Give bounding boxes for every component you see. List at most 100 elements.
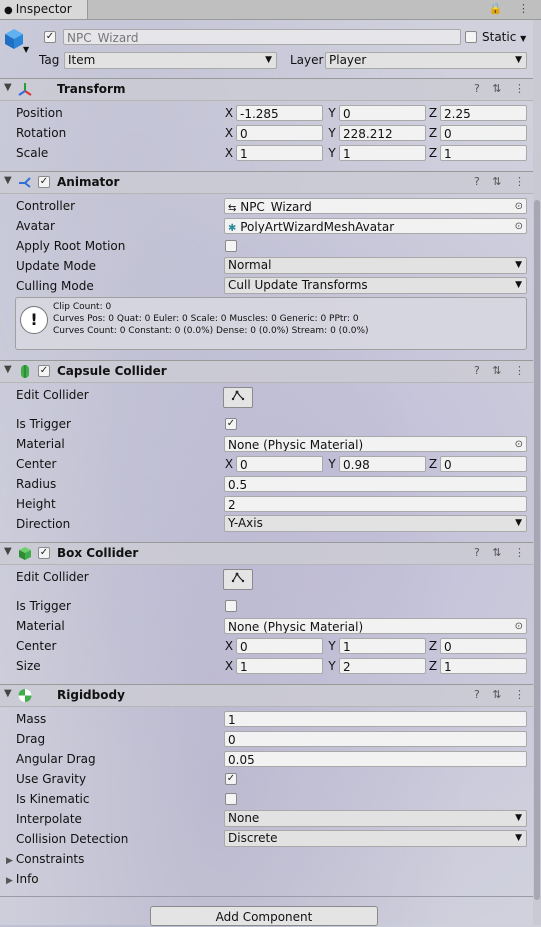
scrollbar[interactable] [533, 20, 541, 925]
scale-x-axis-label[interactable]: X [224, 145, 234, 161]
box-center-x-field[interactable]: 0 [236, 638, 323, 654]
icon-dropdown-arrow-icon[interactable]: ▼ [23, 45, 29, 54]
component-header-icons[interactable]: ? ⇅ ⋮ [474, 82, 525, 95]
position-z-axis-label[interactable]: Z [428, 105, 438, 121]
box-center-z-axis-label[interactable]: Z [428, 638, 438, 654]
transform-header[interactable]: ▼ Transform ? ⇅ ⋮ [0, 78, 533, 101]
foldout-expanded-icon[interactable]: ▼ [4, 364, 12, 375]
update-mode-dropdown[interactable]: Normal ▼ [224, 257, 527, 274]
box-center-y-field[interactable]: 1 [339, 638, 426, 654]
box-size-y-field[interactable]: 2 [339, 658, 426, 674]
static-checkbox[interactable] [465, 31, 477, 43]
foldout-expanded-icon[interactable]: ▼ [4, 82, 12, 93]
component-header-icons[interactable]: ? ⇅ ⋮ [474, 175, 525, 188]
box-size-z-field[interactable]: 1 [440, 658, 527, 674]
drag-field[interactable]: 0 [224, 731, 527, 747]
capsule-center-x-axis-label[interactable]: X [224, 456, 234, 472]
rotation-z-axis-label[interactable]: Z [428, 125, 438, 141]
box-size-x-axis-label[interactable]: X [224, 658, 234, 674]
box-collider-header[interactable]: ▼ ✓ Box Collider ? ⇅ ⋮ [0, 542, 533, 565]
component-header-icons[interactable]: ? ⇅ ⋮ [474, 546, 525, 559]
capsule-direction-dropdown[interactable]: Y-Axis ▼ [224, 515, 527, 532]
box-center-y-axis-label[interactable]: Y [327, 638, 337, 654]
capsule-center-z-axis-label[interactable]: Z [428, 456, 438, 472]
apply-root-motion-checkbox[interactable] [225, 240, 237, 252]
window-menu-icons[interactable]: 🔒 ⋮ [489, 2, 535, 15]
info-label: Info [15, 872, 39, 886]
capsule-edit-collider-button[interactable] [223, 387, 253, 408]
box-size-z-axis-label[interactable]: Z [428, 658, 438, 674]
scale-z-field[interactable]: 1 [440, 145, 527, 161]
box-size-x-field[interactable]: 1 [236, 658, 323, 674]
capsule-collider-enabled-checkbox[interactable]: ✓ [38, 365, 50, 377]
component-header-icons[interactable]: ? ⇅ ⋮ [474, 688, 525, 701]
controller-field[interactable]: ⇆ NPC_Wizard ⊙ [224, 198, 527, 214]
tag-dropdown[interactable]: Item ▼ [64, 52, 277, 69]
object-picker-icon[interactable]: ⊙ [515, 219, 523, 233]
box-material-field[interactable]: None (Physic Material) ⊙ [224, 618, 527, 634]
object-picker-icon[interactable]: ⊙ [515, 437, 523, 451]
foldout-expanded-icon[interactable]: ▼ [4, 175, 12, 186]
foldout-collapsed-icon[interactable]: ▶ [6, 856, 13, 866]
capsule-is-trigger-checkbox[interactable]: ✓ [225, 418, 237, 430]
animator-enabled-checkbox[interactable]: ✓ [38, 176, 50, 188]
scale-y-axis-label[interactable]: Y [327, 145, 337, 161]
capsule-material-field[interactable]: None (Physic Material) ⊙ [224, 436, 527, 452]
scale-z-axis-label[interactable]: Z [428, 145, 438, 161]
foldout-collapsed-icon[interactable]: ▶ [6, 876, 13, 886]
position-y-axis-label[interactable]: Y [327, 105, 337, 121]
box-center-z-field[interactable]: 0 [440, 638, 527, 654]
position-x-field[interactable]: -1.285 [236, 105, 323, 121]
capsule-height-field[interactable]: 2 [224, 496, 527, 512]
position-x-axis-label[interactable]: X [224, 105, 234, 121]
component-header-icons[interactable]: ? ⇅ ⋮ [474, 364, 525, 377]
rotation-x-axis-label[interactable]: X [224, 125, 234, 141]
rigidbody-header[interactable]: ▼ Rigidbody ? ⇅ ⋮ [0, 684, 533, 707]
object-picker-icon[interactable]: ⊙ [515, 619, 523, 633]
layer-dropdown[interactable]: Player ▼ [325, 52, 527, 69]
avatar-field[interactable]: ✱ PolyArtWizardMeshAvatar ⊙ [224, 218, 527, 234]
add-component-button[interactable]: Add Component [150, 906, 378, 926]
capsule-radius-field[interactable]: 0.5 [224, 476, 527, 492]
box-edit-collider-button[interactable] [223, 569, 253, 590]
animator-header[interactable]: ▼ ✓ Animator ? ⇅ ⋮ [0, 171, 533, 194]
interpolate-dropdown[interactable]: None ▼ [224, 810, 527, 827]
position-y-field[interactable]: 0 [339, 105, 426, 121]
capsule-center-y-field[interactable]: 0.98 [339, 456, 426, 472]
object-picker-icon[interactable]: ⊙ [515, 199, 523, 213]
foldout-expanded-icon[interactable]: ▼ [4, 546, 12, 557]
foldout-expanded-icon[interactable]: ▼ [4, 688, 12, 699]
rotation-z-field[interactable]: 0 [440, 125, 527, 141]
window-menu-icon[interactable]: ⋮ [518, 2, 535, 15]
box-size-y-axis-label[interactable]: Y [327, 658, 337, 674]
tab-inspector[interactable]: ● Inspector [0, 0, 88, 19]
gameobject-cube-icon[interactable] [3, 27, 25, 51]
box-center-x-axis-label[interactable]: X [224, 638, 234, 654]
is-kinematic-checkbox[interactable] [225, 793, 237, 805]
info-foldout[interactable]: ▶ Info [6, 870, 39, 888]
constraints-foldout[interactable]: ▶ Constraints [6, 850, 84, 868]
gameobject-name-field[interactable]: NPC_Wizard [63, 29, 461, 45]
rotation-x-field[interactable]: 0 [236, 125, 323, 141]
gameobject-active-checkbox[interactable]: ✓ [44, 31, 56, 43]
mass-field[interactable]: 1 [224, 711, 527, 727]
rotation-y-field[interactable]: 228.212 [339, 125, 426, 141]
box-is-trigger-checkbox[interactable] [225, 600, 237, 612]
capsule-center-y-axis-label[interactable]: Y [327, 456, 337, 472]
interpolate-label: Interpolate [16, 812, 82, 826]
box-collider-enabled-checkbox[interactable]: ✓ [38, 547, 50, 559]
box-collider-title: Box Collider [57, 546, 139, 560]
capsule-center-z-field[interactable]: 0 [440, 456, 527, 472]
rotation-y-axis-label[interactable]: Y [327, 125, 337, 141]
scale-y-field[interactable]: 1 [339, 145, 426, 161]
angular-drag-field[interactable]: 0.05 [224, 751, 527, 767]
collision-detection-dropdown[interactable]: Discrete ▼ [224, 830, 527, 847]
use-gravity-checkbox[interactable]: ✓ [225, 773, 237, 785]
capsule-collider-header[interactable]: ▼ ✓ Capsule Collider ? ⇅ ⋮ [0, 360, 533, 383]
static-dropdown[interactable]: Static ▼ [482, 29, 526, 45]
culling-mode-dropdown[interactable]: Cull Update Transforms ▼ [224, 277, 527, 294]
scrollbar-thumb[interactable] [534, 200, 540, 900]
position-z-field[interactable]: 2.25 [440, 105, 527, 121]
scale-x-field[interactable]: 1 [236, 145, 323, 161]
capsule-center-x-field[interactable]: 0 [236, 456, 323, 472]
